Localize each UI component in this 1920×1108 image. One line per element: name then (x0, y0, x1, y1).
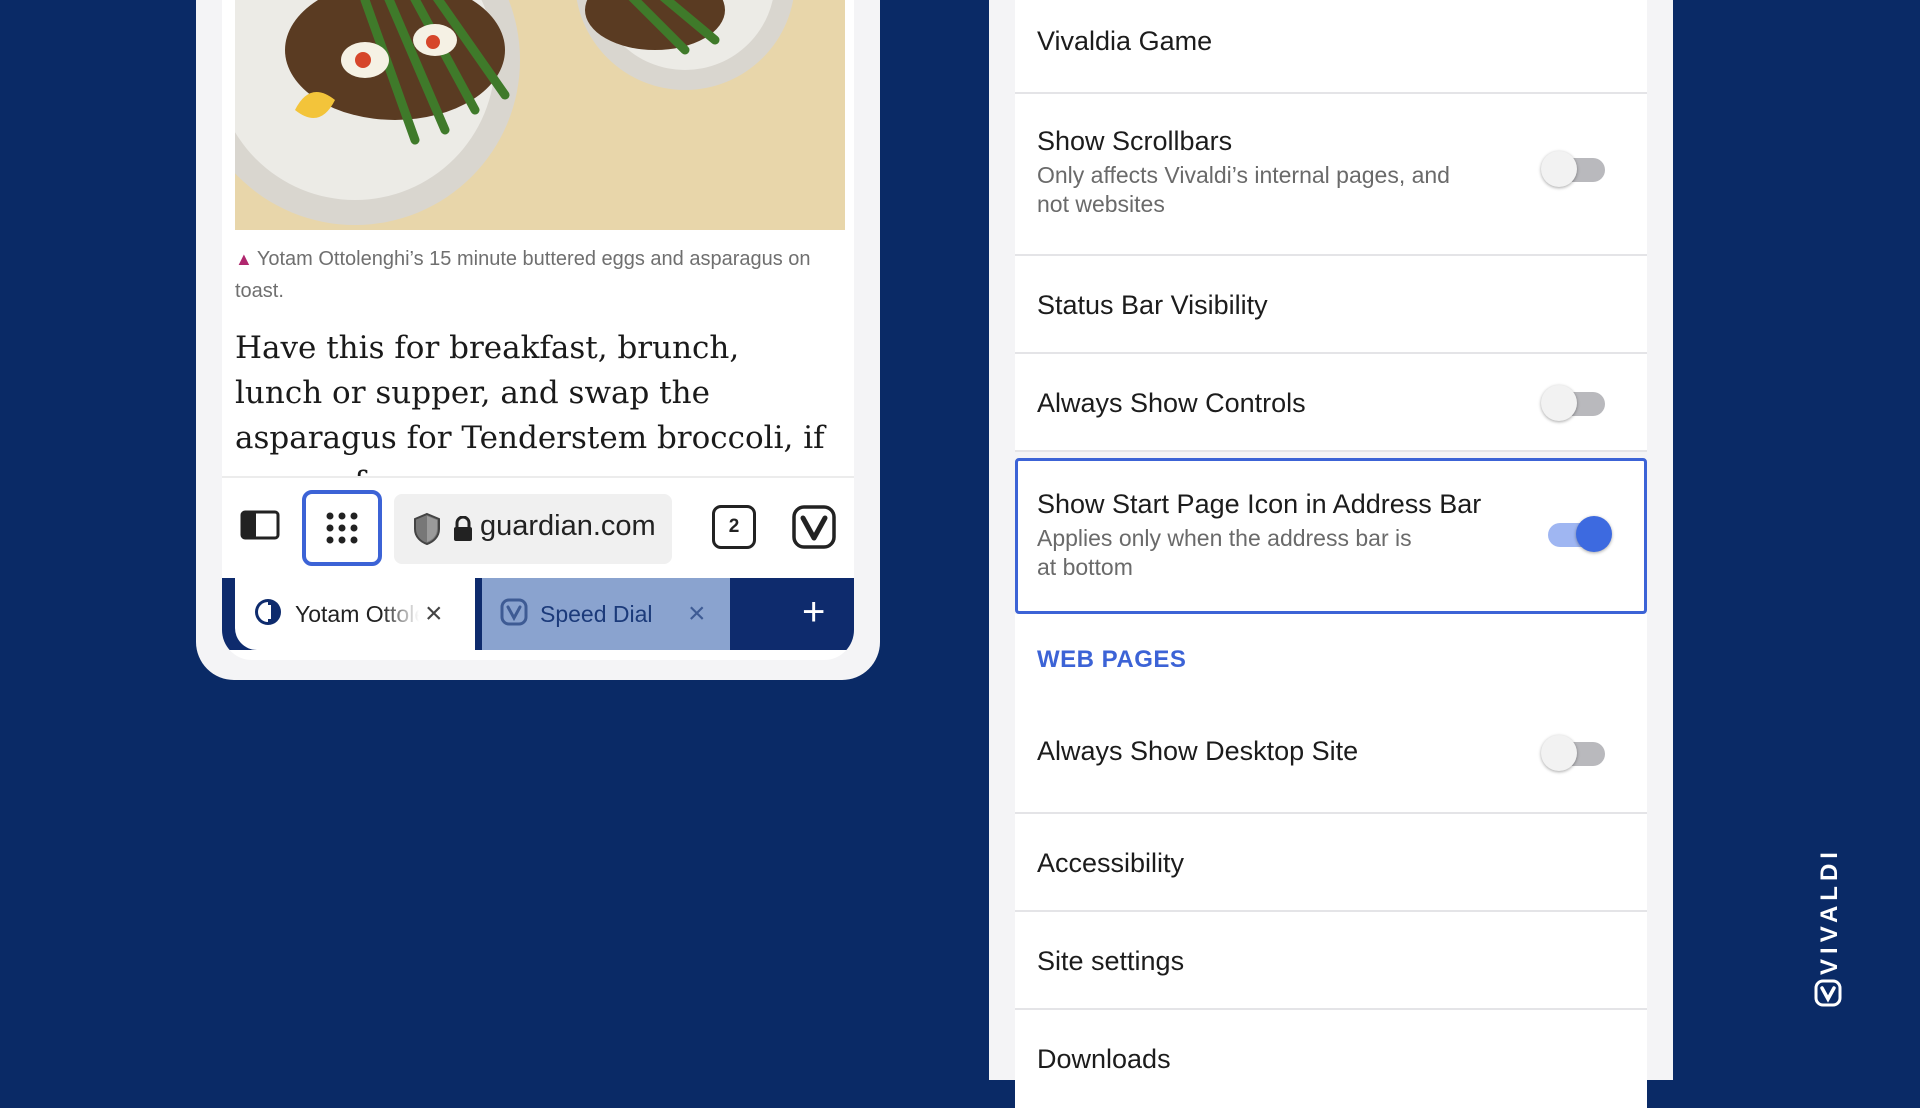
url-text: guardian.com (480, 510, 656, 542)
setting-title: Site settings (1037, 946, 1185, 976)
setting-downloads[interactable]: Downloads (1015, 1010, 1647, 1108)
section-header-web-pages: WEB PAGES (1015, 614, 1647, 716)
setting-title: Show Start Page Icon in Address Bar (1037, 489, 1482, 519)
setting-title: Status Bar Visibility (1037, 290, 1268, 320)
desktop-site-toggle[interactable] (1541, 735, 1605, 771)
panel-toggle-icon[interactable] (240, 510, 280, 540)
new-tab-button[interactable]: + (802, 592, 825, 632)
start-page-icon-toggle[interactable] (1548, 516, 1612, 552)
setting-always-show-desktop-site[interactable]: Always Show Desktop Site (1015, 716, 1647, 814)
tab-close-icon[interactable]: × (688, 597, 706, 631)
caption-triangle-icon: ▲ (235, 249, 253, 269)
phone-mockup: ▲ Yotam Ottolenghi’s 15 minute buttered e… (196, 0, 880, 680)
scrollbars-toggle[interactable] (1541, 151, 1605, 187)
setting-status-bar-visibility[interactable]: Status Bar Visibility (1015, 256, 1647, 354)
setting-site-settings[interactable]: Site settings (1015, 912, 1647, 1010)
guardian-icon (253, 597, 283, 632)
tab-bar: Yotam Ottolenghi × Speed Dial × + (222, 578, 854, 650)
bottom-toolbar: guardian.com 2 (222, 476, 854, 580)
toggle-knob (1541, 735, 1577, 771)
tab-guardian[interactable]: Yotam Ottolenghi × (235, 578, 475, 650)
vivaldi-brand: VIVALDI (1810, 845, 1850, 1007)
vivaldi-icon (500, 598, 528, 631)
setting-always-show-controls[interactable]: Always Show Controls (1015, 354, 1647, 452)
tab-switcher-button[interactable]: 2 (712, 505, 756, 549)
toggle-knob (1541, 151, 1577, 187)
browser-screen: ▲ Yotam Ottolenghi’s 15 minute buttered e… (222, 0, 854, 660)
tab-label: Speed Dial (540, 600, 653, 627)
address-bar[interactable]: guardian.com (394, 494, 672, 564)
vivaldi-menu-icon[interactable] (792, 505, 836, 554)
toggle-knob (1576, 516, 1612, 552)
setting-start-page-icon[interactable]: Show Start Page Icon in Address Bar Appl… (1015, 458, 1647, 614)
photo-caption: ▲ Yotam Ottolenghi’s 15 minute buttered e… (235, 248, 811, 302)
settings-panel: Vivaldia Game Show Scrollbars Only affec… (989, 0, 1673, 1108)
setting-description: Only affects Vivaldi’s internal pages, a… (1037, 162, 1450, 217)
tab-close-icon[interactable]: × (425, 597, 443, 631)
lock-icon (452, 515, 474, 547)
tab-label: Yotam Ottolenghi (295, 600, 419, 627)
controls-toggle[interactable] (1541, 385, 1605, 421)
setting-title: Vivaldia Game (1037, 26, 1213, 56)
settings-list: Vivaldia Game Show Scrollbars Only affec… (1015, 0, 1647, 1108)
shield-icon[interactable] (412, 512, 442, 551)
setting-accessibility[interactable]: Accessibility (1015, 814, 1647, 912)
tab-speed-dial[interactable]: Speed Dial × (482, 578, 730, 650)
brand-wordmark: VIVALDI (1816, 847, 1843, 975)
toggle-knob (1541, 385, 1577, 421)
setting-vivaldia-game[interactable]: Vivaldia Game (1015, 0, 1647, 94)
setting-title: Downloads (1037, 1044, 1171, 1074)
vivaldi-logo-icon (1814, 979, 1842, 1007)
article-photo (235, 0, 845, 230)
setting-title: Accessibility (1037, 848, 1185, 878)
grid-icon (326, 512, 358, 544)
setting-description: Applies only when the address bar is at … (1037, 525, 1412, 580)
start-page-button[interactable] (302, 490, 382, 566)
setting-show-scrollbars[interactable]: Show Scrollbars Only affects Vivaldi’s i… (1015, 94, 1647, 256)
